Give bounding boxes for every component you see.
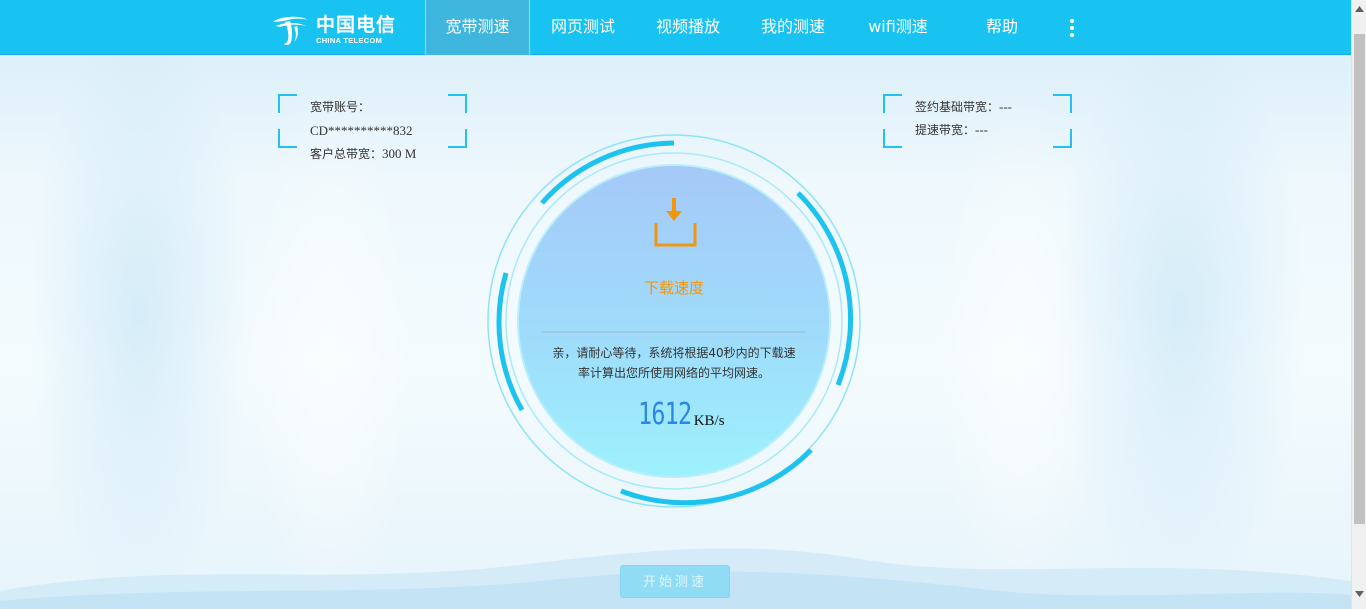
account-value: CD**********832	[310, 123, 413, 139]
corner-bracket	[1053, 129, 1072, 148]
corner-bracket	[278, 129, 297, 148]
base-bandwidth-label: 签约基础带宽：	[915, 100, 1000, 114]
speed-readout: 1612 KB/s	[484, 399, 864, 431]
boost-bandwidth-label: 提速带宽：	[915, 123, 976, 137]
waiting-message: 亲，请耐心等待，系统将根据40秒内的下载速率计算出您所使用网络的平均网速。	[552, 346, 796, 380]
start-test-button[interactable]: 开始测速	[620, 565, 730, 598]
logo-chinese-text: 中国电信	[316, 13, 397, 36]
more-vertical-icon[interactable]	[1062, 16, 1082, 40]
logo-english-text: CHINA TELECOM	[316, 35, 383, 45]
scrollbar-thumb[interactable]	[1354, 34, 1365, 524]
nav-menu: 宽带测速 网页测试 视频播放 我的测速 wifi测速 帮助	[425, 0, 1054, 55]
nav-tab-broadband-speed[interactable]: 宽带测速	[425, 0, 530, 55]
total-bandwidth: 客户总带宽：300 M	[310, 145, 416, 162]
download-speed-label: 下载速度	[643, 279, 704, 297]
nav-tab-wifi-speed[interactable]: wifi测速	[846, 0, 950, 55]
scroll-down-arrow-icon[interactable]	[1352, 585, 1366, 602]
speed-gauge: 下载速度 亲，请耐心等待，系统将根据40秒内的下载速率计算出您所使用网络的平均网…	[484, 131, 864, 511]
contract-info-box: 签约基础带宽：--- 提速带宽：---	[883, 94, 1072, 148]
boost-bandwidth-value: ---	[975, 122, 989, 137]
corner-bracket	[448, 129, 467, 148]
china-telecom-logo[interactable]: 中国电信 CHINA TELECOM	[270, 12, 410, 48]
corner-bracket	[883, 129, 902, 148]
speed-value: 1612	[638, 397, 692, 432]
nav-tab-my-speed[interactable]: 我的测速	[740, 0, 846, 55]
gauge-rings	[487, 134, 861, 508]
nav-tab-web-test[interactable]: 网页测试	[530, 0, 636, 55]
total-bandwidth-value: 300 M	[382, 146, 417, 161]
total-bandwidth-label: 客户总带宽：	[310, 147, 383, 161]
corner-bracket	[883, 94, 902, 113]
scroll-up-arrow-icon[interactable]	[1352, 0, 1366, 17]
account-info-box: 宽带账号： CD**********832 客户总带宽：300 M	[278, 94, 467, 161]
page: 中国电信 CHINA TELECOM 宽带测速 网页测试 视频播放 我的测速 w…	[0, 0, 1351, 609]
corner-bracket	[448, 94, 467, 113]
corner-bracket	[278, 94, 297, 113]
nav-tab-video-play[interactable]: 视频播放	[636, 0, 740, 55]
nav-tab-help[interactable]: 帮助	[950, 0, 1054, 55]
account-label: 宽带账号：	[310, 100, 371, 114]
telecom-logo-icon	[273, 16, 308, 46]
corner-bracket	[1053, 94, 1072, 113]
top-nav-bar: 中国电信 CHINA TELECOM 宽带测速 网页测试 视频播放 我的测速 w…	[0, 0, 1351, 55]
base-bandwidth-value: ---	[999, 99, 1013, 114]
account-number: CD**********832	[310, 123, 413, 138]
boost-bandwidth: 提速带宽：---	[915, 121, 988, 138]
speed-unit: KB/s	[693, 413, 725, 429]
base-bandwidth: 签约基础带宽：---	[915, 98, 1012, 115]
vertical-scrollbar[interactable]	[1351, 0, 1366, 609]
